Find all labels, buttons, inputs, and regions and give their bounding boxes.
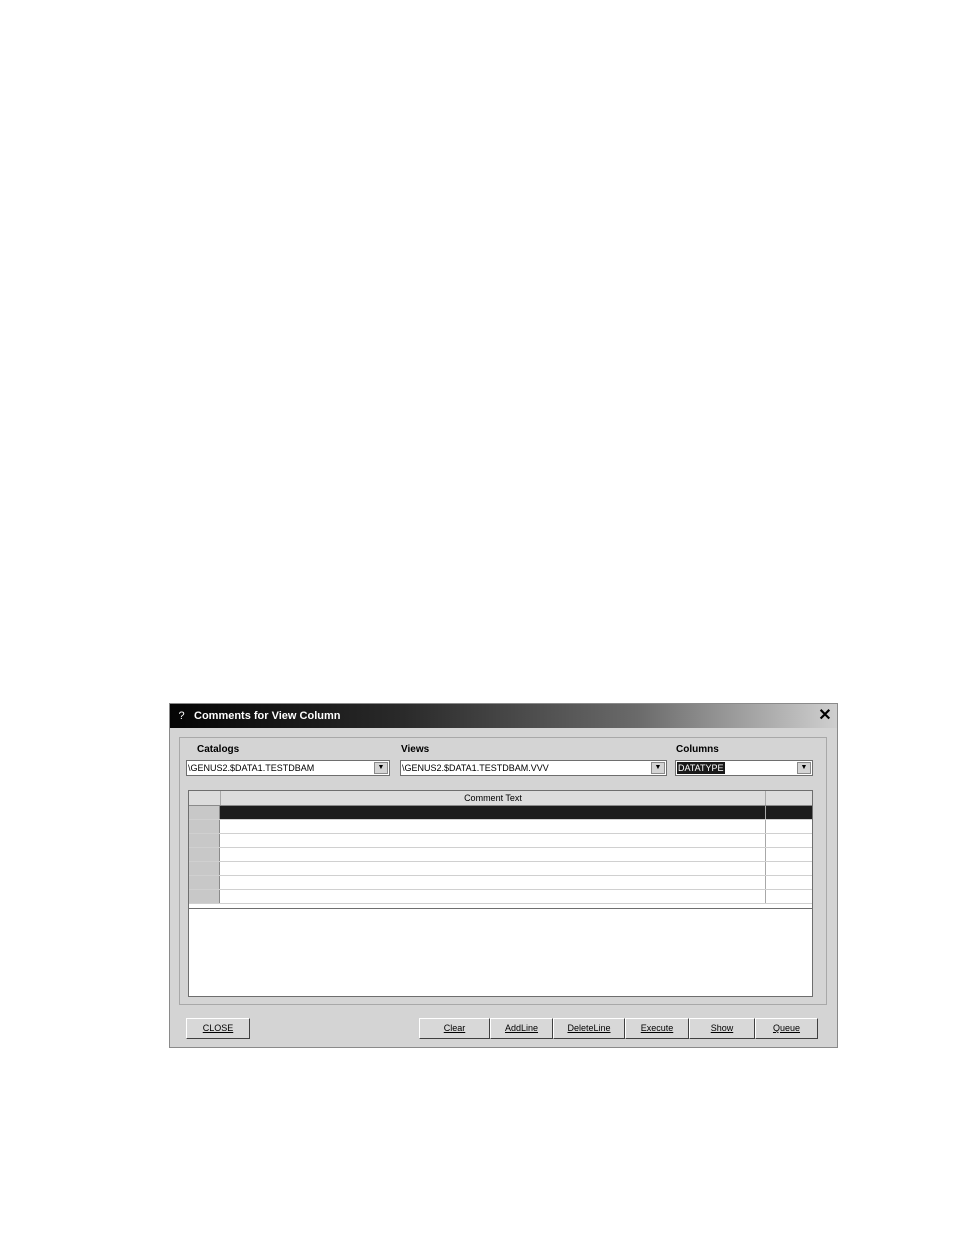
columns-value: DATATYPE — [677, 762, 725, 774]
columns-select[interactable]: DATATYPE ▼ — [675, 760, 813, 776]
close-icon[interactable]: ✕ — [817, 708, 833, 724]
table-row[interactable] — [189, 834, 812, 848]
row-tail — [766, 876, 812, 889]
comment-grid[interactable]: Comment Text — [188, 790, 813, 997]
row-header[interactable] — [189, 848, 220, 861]
table-row[interactable] — [189, 820, 812, 834]
comment-cell[interactable] — [220, 806, 766, 819]
row-header[interactable] — [189, 834, 220, 847]
row-header[interactable] — [189, 862, 220, 875]
row-header[interactable] — [189, 820, 220, 833]
columns-label: Columns — [676, 744, 719, 755]
grid-divider — [189, 908, 812, 909]
row-tail — [766, 806, 812, 819]
views-label: Views — [401, 744, 430, 755]
chevron-down-icon[interactable]: ▼ — [374, 762, 388, 774]
comment-cell[interactable] — [220, 848, 766, 861]
execute-button[interactable]: Execute — [625, 1018, 689, 1039]
views-value: \GENUS2.$DATA1.TESTDBAM.VVV — [402, 763, 549, 773]
close-button[interactable]: CLOSE — [186, 1018, 250, 1039]
row-tail — [766, 862, 812, 875]
table-row[interactable] — [189, 862, 812, 876]
views-select[interactable]: \GENUS2.$DATA1.TESTDBAM.VVV ▼ — [400, 760, 667, 776]
table-row[interactable] — [189, 876, 812, 890]
row-tail — [766, 820, 812, 833]
chevron-down-icon[interactable]: ▼ — [651, 762, 665, 774]
window-title: Comments for View Column — [194, 710, 341, 722]
table-row[interactable] — [189, 848, 812, 862]
comment-cell[interactable] — [220, 834, 766, 847]
row-tail — [766, 834, 812, 847]
queue-button[interactable]: Queue — [755, 1018, 818, 1039]
row-header[interactable] — [189, 806, 220, 819]
catalogs-value: \GENUS2.$DATA1.TESTDBAM — [188, 763, 315, 773]
chevron-down-icon[interactable]: ▼ — [797, 762, 811, 774]
clear-button[interactable]: Clear — [419, 1018, 490, 1039]
table-row[interactable] — [189, 890, 812, 904]
title-bar[interactable]: ? Comments for View Column — [170, 704, 837, 728]
catalogs-select[interactable]: \GENUS2.$DATA1.TESTDBAM ▼ — [186, 760, 390, 776]
grid-header: Comment Text — [189, 791, 812, 806]
comment-text-header[interactable]: Comment Text — [220, 791, 766, 805]
comments-dialog: ? Comments for View Column ✕ Catalogs \G… — [169, 703, 838, 1048]
show-button[interactable]: Show — [689, 1018, 755, 1039]
row-tail — [766, 848, 812, 861]
row-header[interactable] — [189, 876, 220, 889]
delete-line-button[interactable]: DeleteLine — [553, 1018, 625, 1039]
add-line-button[interactable]: AddLine — [490, 1018, 553, 1039]
row-tail — [766, 890, 812, 903]
comment-cell[interactable] — [220, 862, 766, 875]
comment-cell[interactable] — [220, 820, 766, 833]
catalogs-label: Catalogs — [197, 744, 240, 755]
comment-cell[interactable] — [220, 890, 766, 903]
app-logo-icon: ? — [178, 710, 185, 722]
comment-cell[interactable] — [220, 876, 766, 889]
row-header[interactable] — [189, 890, 220, 903]
table-row[interactable] — [189, 806, 812, 820]
